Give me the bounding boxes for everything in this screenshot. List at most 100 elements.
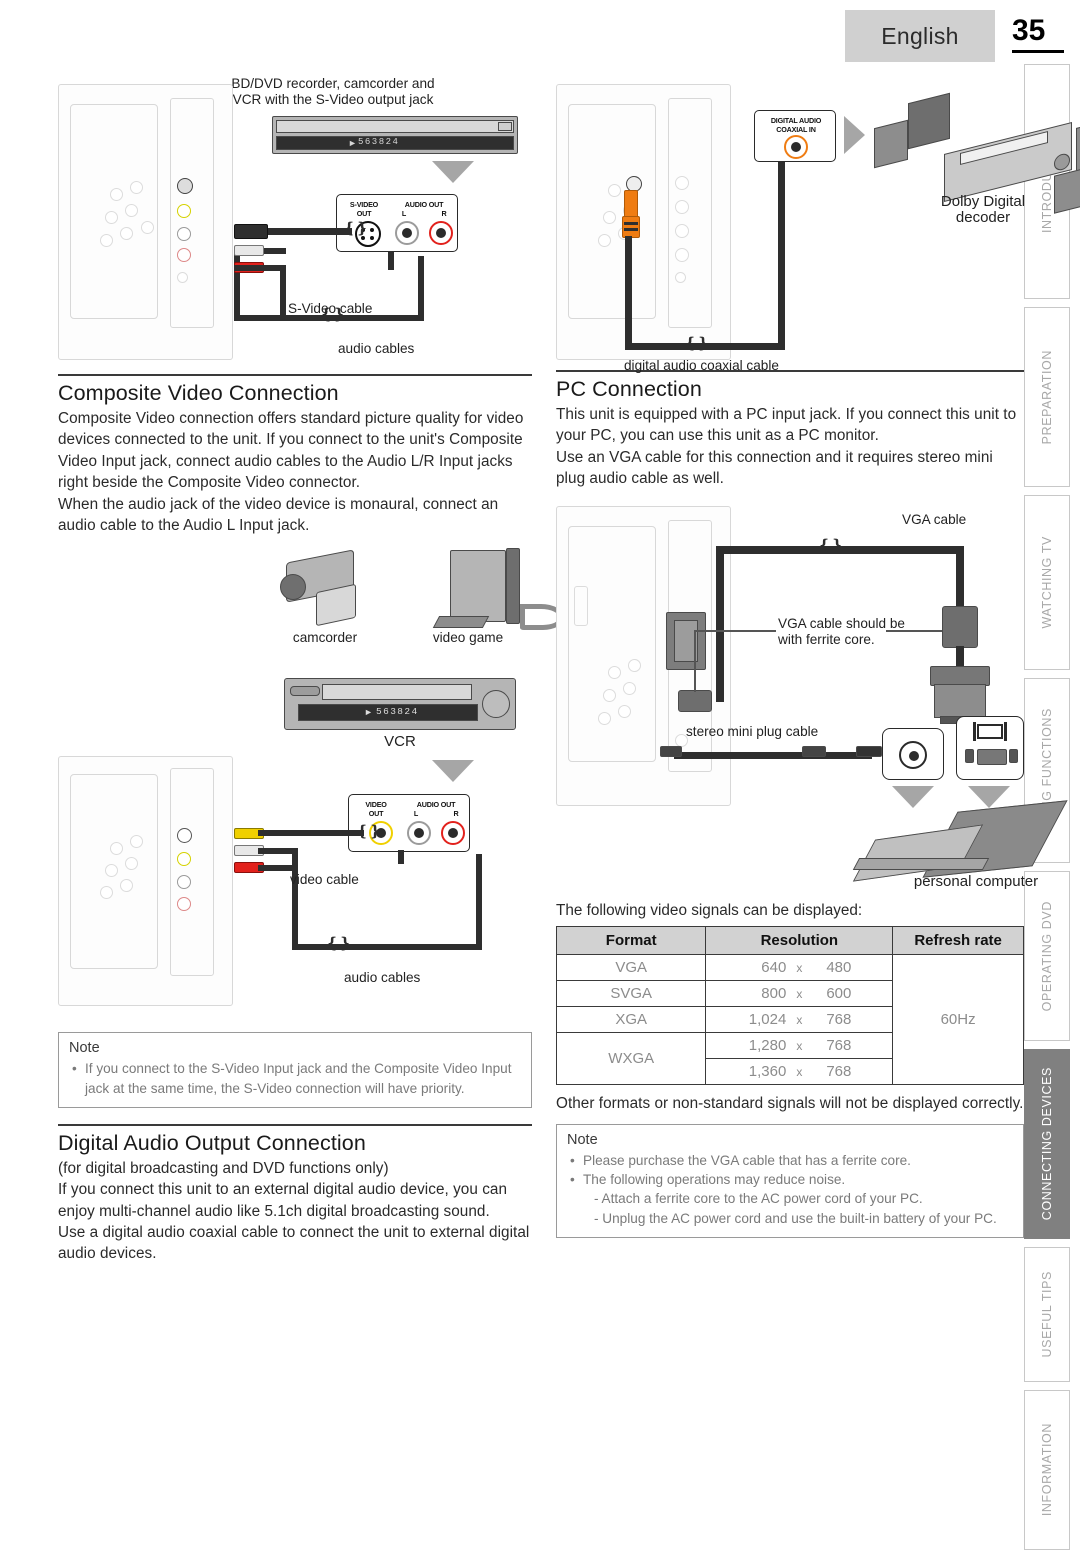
pc-note-box: Note • Please purchase the VGA cable that…: [556, 1124, 1024, 1238]
audio-out-label: AUDIO OUT: [404, 200, 444, 209]
coaxial-in-jack: [784, 135, 808, 159]
note-title: Note: [69, 1040, 100, 1057]
composite-connection-diagram: camcorder video game 563824 ► VCR VIDEO …: [58, 542, 564, 1022]
note-item: • Please purchase the VGA cable that has …: [570, 1153, 911, 1169]
cell-resolution: 1,024 x 768: [705, 1005, 894, 1033]
digital-audio-paragraph-1: If you connect this unit to an external …: [58, 1181, 508, 1220]
digital-audio-coaxial-cable-label: digital audio coaxial cable: [624, 358, 779, 373]
pc-paragraph-1: This unit is equipped with a PC input ja…: [556, 406, 1017, 445]
cell-format: SVGA: [555, 979, 707, 1007]
svideo-diagram-caption: BD/DVD recorder, camcorder and VCR with …: [231, 76, 435, 107]
sidebar-item-label: USEFUL TIPS: [1040, 1271, 1054, 1358]
stereo-mini-plug-cable-label: stereo mini plug cable: [686, 723, 819, 739]
cell-format: WXGA: [555, 1031, 707, 1085]
pc-section-title: PC Connection: [556, 377, 702, 401]
svideo-out-label: S-VIDEO OUT: [349, 200, 379, 218]
cell-resolution: 1,280 x 768: [705, 1031, 894, 1059]
cell-resolution: 640 x 480: [705, 953, 894, 981]
pc-paragraph-2: Use an VGA cable for this connection and…: [556, 448, 993, 488]
monitor-icon: [977, 723, 1003, 739]
sidebar-item-preparation[interactable]: PREPARATION: [1024, 307, 1070, 487]
sidebar-item-connecting-devices[interactable]: CONNECTING DEVICES: [1024, 1049, 1070, 1239]
note-subitem: - Attach a ferrite core to the AC power …: [594, 1191, 923, 1207]
sidebar-item-label: CONNECTING DEVICES: [1040, 1067, 1054, 1221]
ferrite-core-pc-side: [942, 605, 978, 648]
audio-out-l-jack: [407, 821, 431, 846]
column-header-format: Format: [555, 925, 707, 955]
sidebar-item-label: INFORMATION: [1040, 1423, 1054, 1517]
table-row: VGA 640 x 480 60Hz: [555, 953, 1024, 1085]
other-formats-note: Other formats or non-standard signals wi…: [556, 1094, 1024, 1112]
stereo-mini-cable-run: [674, 751, 872, 759]
svideo-cable-label: S-Video cable: [288, 301, 373, 316]
svideo-connection-diagram: BD/DVD recorder, camcorder and VCR with …: [58, 76, 532, 368]
sidebar-item-label: PREPARATION: [1040, 349, 1054, 445]
note-title: Note: [567, 1132, 598, 1149]
note-item: • If you connect to the S-Video Input jac…: [72, 1061, 512, 1096]
personal-computer-label: personal computer: [913, 872, 1039, 890]
column-header-resolution: Resolution: [705, 925, 894, 955]
vga-port-icon: [977, 748, 1007, 765]
audio-out-label: AUDIO OUT: [416, 800, 456, 810]
video-game-console: [450, 550, 506, 623]
pc-connection-diagram: ❴❵ VGA cable VGA cable should be with fe…: [556, 494, 1068, 902]
audio-out-r-label: R: [441, 209, 447, 218]
digital-audio-coaxial-in-label: DIGITAL AUDIO COAXIAL IN: [770, 116, 822, 134]
connection-arrow-down: [968, 785, 1010, 808]
speaker-rear-left: [908, 92, 950, 150]
cell-refresh-rate: 60Hz: [892, 953, 1024, 1085]
tv-svideo-input-jack: [177, 178, 193, 194]
tv-audio-l-input-jack: [177, 227, 191, 241]
pc-vga-jack-panel: [956, 715, 1024, 780]
laptop-base: [852, 857, 990, 870]
sidebar-item-information[interactable]: INFORMATION: [1024, 1390, 1070, 1550]
cell-format: XGA: [555, 1005, 707, 1033]
connection-arrow-down: [432, 161, 474, 183]
digital-audio-coaxial-in-jack-panel: DIGITAL AUDIO COAXIAL IN: [754, 110, 836, 162]
cell-resolution: 800 x 600: [705, 979, 894, 1007]
connection-arrow-right: [844, 116, 865, 154]
connection-arrow-down: [432, 760, 474, 783]
video-cable-label: video cable: [290, 872, 359, 888]
section-tabs: INTRODUCTION PREPARATION WATCHING TV USI…: [1024, 64, 1070, 1550]
vcr-tape-slot: [322, 684, 472, 701]
sidebar-item-useful-tips[interactable]: USEFUL TIPS: [1024, 1247, 1070, 1382]
vga-dsub-plug: [930, 665, 990, 686]
pc-audio-jack-panel: [882, 727, 944, 780]
sidebar-item-label: OPERATING DVD: [1040, 900, 1054, 1012]
sidebar-item-label: WATCHING TV: [1040, 536, 1054, 629]
audio-out-r-jack: [441, 821, 465, 846]
tv-pc-vga-input-port: [574, 585, 588, 626]
connection-arrow-down: [892, 785, 934, 808]
digital-audio-section-title: Digital Audio Output Connection: [58, 1130, 366, 1155]
note-subitem: - Unplug the AC power cord and use the b…: [594, 1210, 997, 1226]
dolby-digital-decoder-label: Dolby Digital decoder: [940, 193, 1026, 226]
composite-note-box: Note • If you connect to the S-Video Inpu…: [58, 1032, 532, 1108]
signals-intro: The following video signals can be displ…: [556, 901, 863, 919]
audio-out-l-label: L: [401, 209, 407, 218]
camcorder-label: camcorder: [292, 630, 358, 646]
vga-cable-label: VGA cable: [902, 511, 967, 527]
composite-section-title: Composite Video Connection: [58, 381, 339, 405]
vga-ferrite-note-label: VGA cable should be with ferrite core.: [778, 615, 905, 647]
digital-audio-paragraph-2: Use a digital audio coaxial cable to con…: [58, 1224, 530, 1263]
vcr-label: VCR: [384, 733, 416, 751]
column-header-refresh-rate: Refresh rate: [892, 925, 1024, 955]
audio-out-l-jack: [395, 221, 419, 245]
ferrite-core-tv-side: [678, 689, 712, 712]
table-header-row: Format Resolution Refresh rate: [555, 925, 1024, 955]
audio-out-r-jack: [429, 221, 453, 245]
composite-paragraph-1: Composite Video connection offers standa…: [58, 410, 524, 492]
audio-out-r-label: R: [453, 809, 459, 819]
video-game-label: video game: [432, 630, 504, 646]
video-out-label: VIDEO OUT: [365, 800, 387, 819]
audio-out-l-label: L: [413, 809, 419, 819]
recorder-display-text: 563824: [358, 137, 400, 147]
page-number: 35: [1012, 14, 1064, 53]
sidebar-item-operating-dvd[interactable]: OPERATING DVD: [1024, 871, 1070, 1041]
note-item: • The following operations may reduce noi…: [567, 1170, 1013, 1228]
speaker-front-left: [874, 119, 908, 169]
language-label: English: [881, 22, 959, 49]
sidebar-item-watching-tv[interactable]: WATCHING TV: [1024, 495, 1070, 670]
camcorder-screen: [316, 584, 356, 627]
